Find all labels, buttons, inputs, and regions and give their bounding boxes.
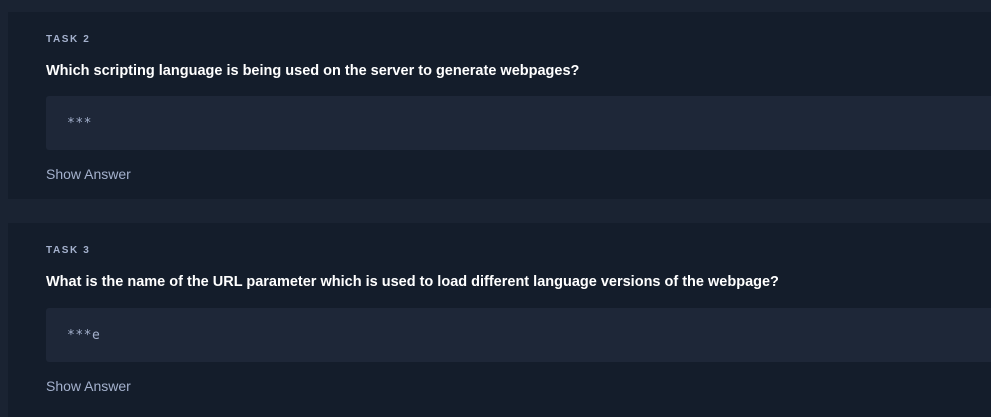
answer-field[interactable]: ***e bbox=[46, 308, 991, 362]
answer-field[interactable]: *** bbox=[46, 96, 991, 150]
task-page: TASK 2 Which scripting language is being… bbox=[0, 0, 991, 417]
task-label: TASK 3 bbox=[46, 245, 91, 256]
task-card: TASK 2 Which scripting language is being… bbox=[8, 12, 991, 199]
task-question: What is the name of the URL parameter wh… bbox=[46, 274, 779, 290]
task-question: Which scripting language is being used o… bbox=[46, 63, 580, 79]
answer-value: *** bbox=[67, 116, 92, 131]
task-label: TASK 2 bbox=[46, 34, 91, 45]
show-answer-link[interactable]: Show Answer bbox=[46, 166, 131, 182]
answer-value: ***e bbox=[67, 328, 101, 343]
show-answer-link[interactable]: Show Answer bbox=[46, 378, 131, 394]
task-card: TASK 3 What is the name of the URL param… bbox=[8, 223, 991, 417]
